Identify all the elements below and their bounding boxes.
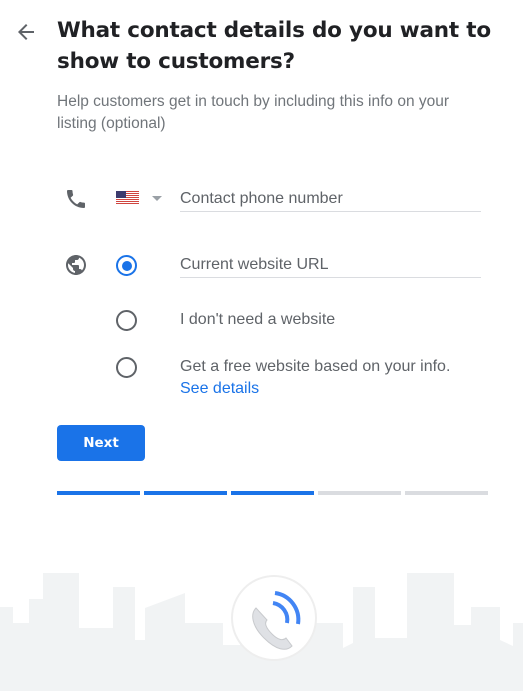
radio-current-website[interactable] bbox=[116, 255, 137, 276]
free-website-label[interactable]: Get a free website based on your info. bbox=[180, 356, 450, 378]
back-button[interactable] bbox=[14, 20, 38, 44]
arrow-back-icon bbox=[18, 24, 34, 40]
illustration-circle bbox=[231, 575, 317, 661]
progress-segment bbox=[144, 491, 227, 495]
progress-bar bbox=[57, 491, 488, 495]
globe-icon bbox=[64, 253, 88, 277]
radio-free-website[interactable] bbox=[116, 357, 137, 378]
chevron-down-icon bbox=[152, 196, 162, 201]
website-url-input[interactable] bbox=[180, 252, 481, 278]
progress-segment bbox=[57, 491, 140, 495]
page-subtitle: Help customers get in touch by including… bbox=[57, 93, 450, 132]
no-website-label[interactable]: I don't need a website bbox=[180, 309, 335, 331]
us-flag-icon bbox=[116, 191, 139, 204]
next-button[interactable]: Next bbox=[57, 425, 145, 461]
country-code-select[interactable] bbox=[116, 189, 166, 209]
progress-segment bbox=[318, 491, 401, 495]
phone-icon bbox=[64, 187, 88, 211]
city-skyline-illustration bbox=[0, 573, 523, 691]
page-title: What contact details do you want to show… bbox=[57, 18, 491, 74]
progress-segment bbox=[405, 491, 488, 495]
see-details-link[interactable]: See details bbox=[180, 378, 259, 400]
radio-no-website[interactable] bbox=[116, 310, 137, 331]
phone-number-input[interactable] bbox=[180, 186, 481, 212]
progress-segment bbox=[231, 491, 314, 495]
